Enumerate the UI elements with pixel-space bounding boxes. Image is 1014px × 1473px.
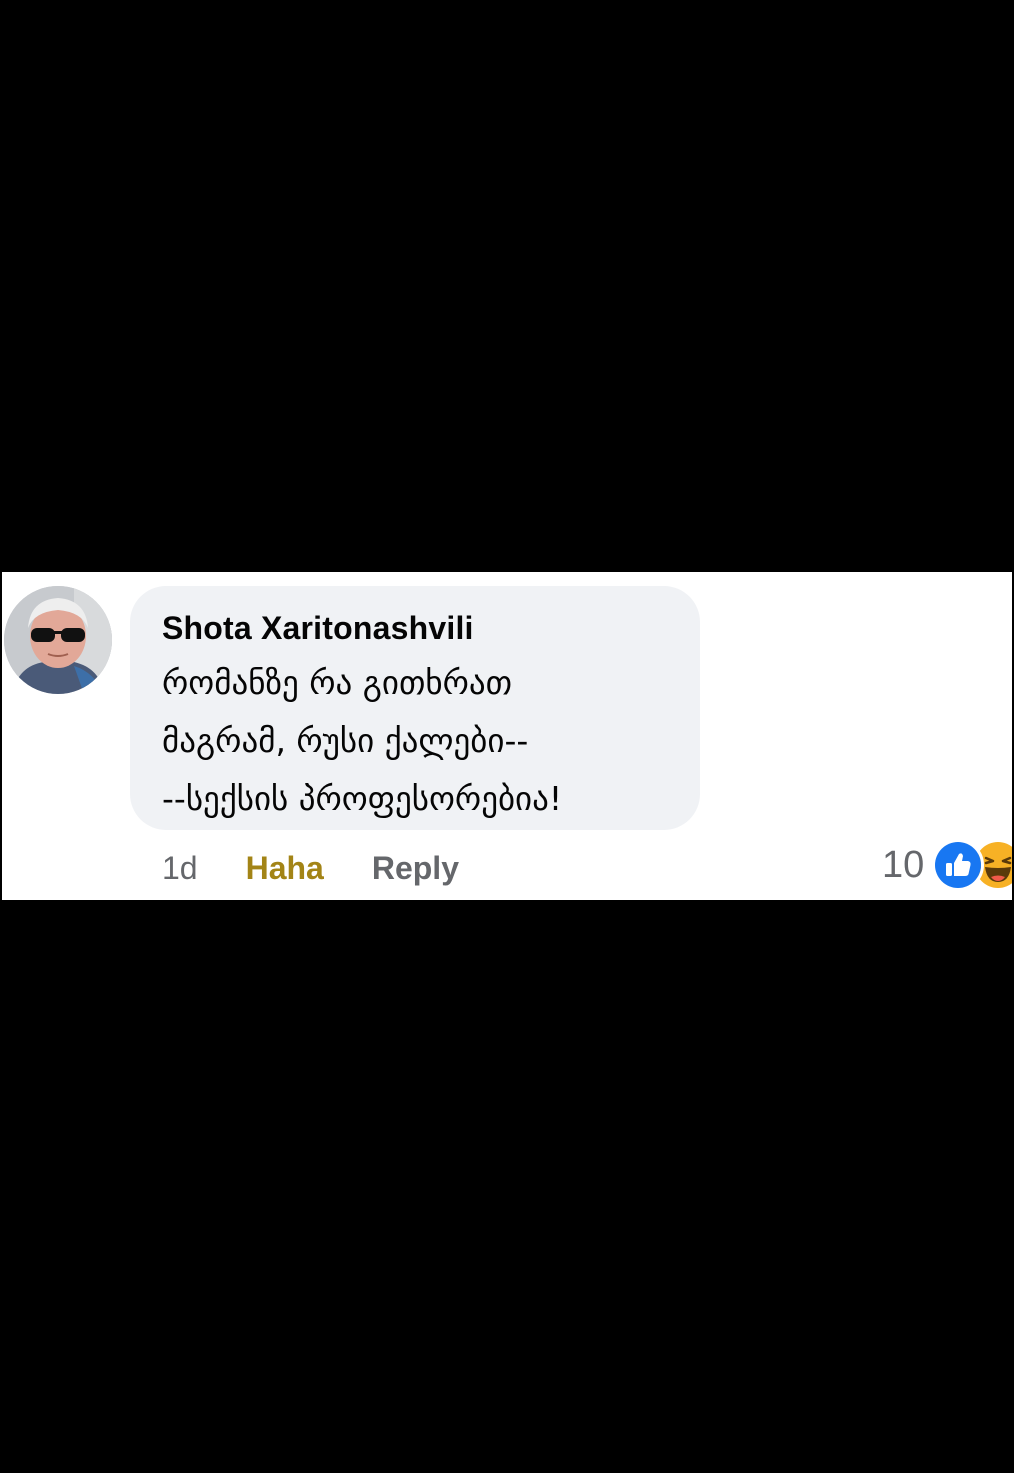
avatar-photo bbox=[4, 586, 112, 694]
avatar[interactable] bbox=[4, 586, 112, 694]
comment-timestamp[interactable]: 1d bbox=[162, 850, 198, 887]
comment-author[interactable]: Shota Xaritonashvili bbox=[162, 608, 670, 648]
reaction-summary[interactable]: 10 bbox=[882, 839, 1012, 891]
comment-text: რომანზე რა გითხრათ მაგრამ, რუსი ქალები--… bbox=[162, 663, 563, 818]
reaction-count: 10 bbox=[882, 843, 925, 886]
reply-button[interactable]: Reply bbox=[372, 850, 459, 887]
screen: Shota Xaritonashvili რომანზე რა გითხრათ … bbox=[0, 0, 1014, 1473]
like-icon bbox=[932, 839, 985, 891]
comment: Shota Xaritonashvili რომანზე რა გითხრათ … bbox=[2, 572, 1012, 900]
haha-reaction-button[interactable]: Haha bbox=[246, 850, 324, 887]
comment-bubble: Shota Xaritonashvili რომანზე რა გითხრათ … bbox=[130, 586, 700, 830]
comment-actions: 1d Haha Reply bbox=[162, 846, 459, 890]
